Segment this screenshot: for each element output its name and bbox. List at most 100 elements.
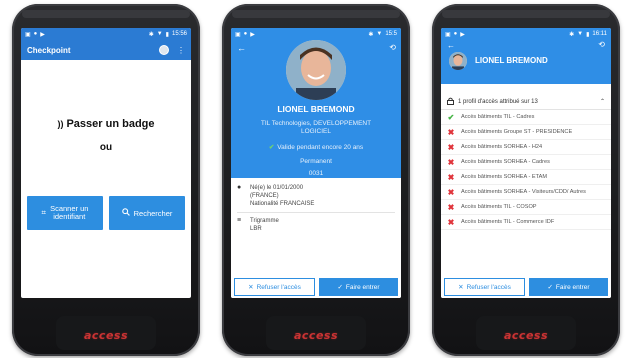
refuse-button[interactable]: ✕ Refuser l'accès [444,278,525,296]
enter-button[interactable]: ✓ Faire entrer [319,278,398,296]
access-item-label: Accès bâtiments SORHEA - Visiteurs/CDD/ … [461,188,586,195]
person-info: ● Né(e) le 01/01/2000 (FRANCE) Nationali… [231,178,401,233]
scan-label-line-2: identifiant [53,212,86,221]
search-label: Rechercher [133,208,173,218]
access-list-item[interactable]: ✖ Accès bâtiments SORHEA - H24 [441,140,611,155]
status-time: 16:11 [592,31,607,37]
company-line-2: LOGICIEL [301,128,331,135]
scan-label: Scanner un identifiant [50,205,88,221]
denied-cross-icon: ✖ [447,202,455,212]
denied-cross-icon: ✖ [447,142,455,152]
battery-icon: ▮ [165,31,169,38]
wifi-icon: ▼ [577,31,584,37]
close-icon: ✕ [458,284,464,291]
access-list-item[interactable]: ✖ Accès bâtiments TIL - Commerce IDF [441,215,611,230]
refuse-button[interactable]: ✕ Refuser l'accès [234,278,315,296]
action-buttons: ⌗ Scanner un identifiant Rechercher [27,196,185,230]
trigram-label: Trigramme [250,218,279,224]
status-right: ✱ ▼ ▮ 16:11 [569,31,607,38]
wifi-icon: ▼ [156,31,163,37]
avatar [449,52,467,70]
list-icon: ≡ [237,217,242,224]
top-area: ▣ ● ▶ ✱ ▼ ▮ 15:56 Checkpoint ⋮ [21,28,191,60]
access-item-label: Accès bâtiments SORHEA - Cadres [461,158,550,165]
access-list-item[interactable]: ✖ Accès bâtiments TIL - COSOP [441,200,611,215]
enter-label: Faire entrer [345,283,380,291]
status-time: 15:56 [171,31,187,37]
status-right: ✱ ▼ ▮ 15:56 [149,31,187,38]
phone-device-3: ▣ ● ▶ ✱ ▼ ▮ 16:11 ← ⟲ LIONEL BREMOND 1 p… [432,4,620,356]
person-icon: ● [237,184,242,191]
status-bar: ▣ ● ▶ ✱ ▼ ▮ 16:11 [441,28,611,40]
person-name: LIONEL BREMOND [277,104,355,114]
search-button[interactable]: Rechercher [109,196,185,230]
refuse-label: Refuser l'accès [466,283,511,291]
battery-icon: ▮ [586,31,590,38]
bluetooth-icon: ✱ [368,31,374,38]
play-icon: ▶ [40,31,45,38]
enter-label: Faire entrer [555,283,590,291]
granted-check-icon: ✔ [447,112,455,122]
wifi-icon: ▼ [376,31,383,37]
scan-button[interactable]: ⌗ Scanner un identifiant [27,196,103,230]
trigram-value: LBR [250,226,262,232]
access-item-label: Accès bâtiments SORHEA - ETAM [461,173,548,180]
phone-device-2: ▣ ● ▶ ✱ ▼ 15:5 ← ⟲ LIONEL BREMOND TIL Te… [222,4,410,356]
trigram-info: ≡ Trigramme LBR [237,217,395,233]
brand-logo: access [83,329,129,342]
birth-info: ● Né(e) le 01/01/2000 (FRANCE) Nationali… [237,184,395,208]
lock-icon [447,97,454,107]
app-bar: Checkpoint ⋮ [21,40,191,60]
validity: ✔ Valide pendant encore 20 ans [231,143,401,151]
access-list: ✔ Accès bâtiments TIL - Cadres ✖ Accès bâti… [441,110,611,230]
person-name: LIONEL BREMOND [475,56,548,65]
app-title: Checkpoint [27,45,71,55]
profile-summary-row[interactable]: 1 profil d'accès attribué sur 13 ⌃ [441,94,611,110]
brand-logo: access [503,329,549,342]
status-text: Permanent [300,158,332,165]
profile-summary-text: 1 profil d'accès attribué sur 13 [458,98,538,105]
back-arrow-icon[interactable]: ← [237,43,246,53]
person-header-compact: ▣ ● ▶ ✱ ▼ ▮ 16:11 ← ⟲ LIONEL BREMOND [441,28,611,84]
denied-cross-icon: ✖ [447,157,455,167]
avatar-icon[interactable] [159,45,169,55]
access-list-item[interactable]: ✖ Accès bâtiments SORHEA - Visiteurs/CDD/… [441,185,611,200]
access-list-item[interactable]: ✖ Accès bâtiments Groupe ST - PRESIDENCE [441,125,611,140]
phone-device-1: ▣ ● ▶ ✱ ▼ ▮ 15:56 Checkpoint ⋮)) Passer… [12,4,200,356]
status-left: ▣ ● ▶ [235,31,255,38]
bluetooth-icon: ✱ [148,31,154,38]
validity-text: Valide pendant encore 20 ans [277,144,364,151]
status-left: ▣ ● ▶ [445,31,465,38]
chevron-up-icon[interactable]: ⌃ [600,98,605,105]
status-time: 15:5 [385,31,397,37]
birth-lines: Né(e) le 01/01/2000 (FRANCE) Nationalité… [250,184,314,208]
record-icon: ● [33,31,38,37]
history-icon[interactable]: ⟲ [598,40,605,49]
brand-logo: access [293,329,339,342]
or-text: ou [99,142,113,153]
access-list-item[interactable]: ✖ Accès bâtiments SORHEA - Cadres [441,155,611,170]
notification-icon: ▣ [25,31,31,38]
access-list-item[interactable]: ✖ Accès bâtiments SORHEA - ETAM [441,170,611,185]
screen-checkpoint: ▣ ● ▶ ✱ ▼ ▮ 15:56 Checkpoint ⋮)) Passer… [21,28,191,298]
record-icon: ● [243,31,248,37]
check-icon: ✔ [268,144,275,151]
history-icon[interactable]: ⟲ [389,43,396,52]
record-icon: ● [453,31,458,37]
notification-icon: ▣ [445,31,451,38]
back-arrow-icon[interactable]: ← [447,41,455,50]
more-icon[interactable]: ⋮ [177,46,185,55]
denied-cross-icon: ✖ [447,127,455,137]
divider [237,212,395,213]
enter-button[interactable]: ✓ Faire entrer [529,278,608,296]
status-bar: ▣ ● ▶ ✱ ▼ ▮ 15:56 [21,28,191,40]
denied-cross-icon: ✖ [447,217,455,227]
company: TIL Technologies, DEVELOPPEMENT LOGICIEL [239,120,393,136]
access-item-label: Accès bâtiments TIL - Cadres [461,113,535,120]
nationality: Nationalité FRANCAISE [250,201,315,207]
birth-line-2: (FRANCE) [250,193,279,199]
access-list-item[interactable]: ✔ Accès bâtiments TIL - Cadres [441,110,611,125]
access-item-label: Accès bâtiments Groupe ST - PRESIDENCE [461,128,573,135]
notification-icon: ▣ [235,31,241,38]
badge-prompt-text: Passer un badge [66,118,155,130]
